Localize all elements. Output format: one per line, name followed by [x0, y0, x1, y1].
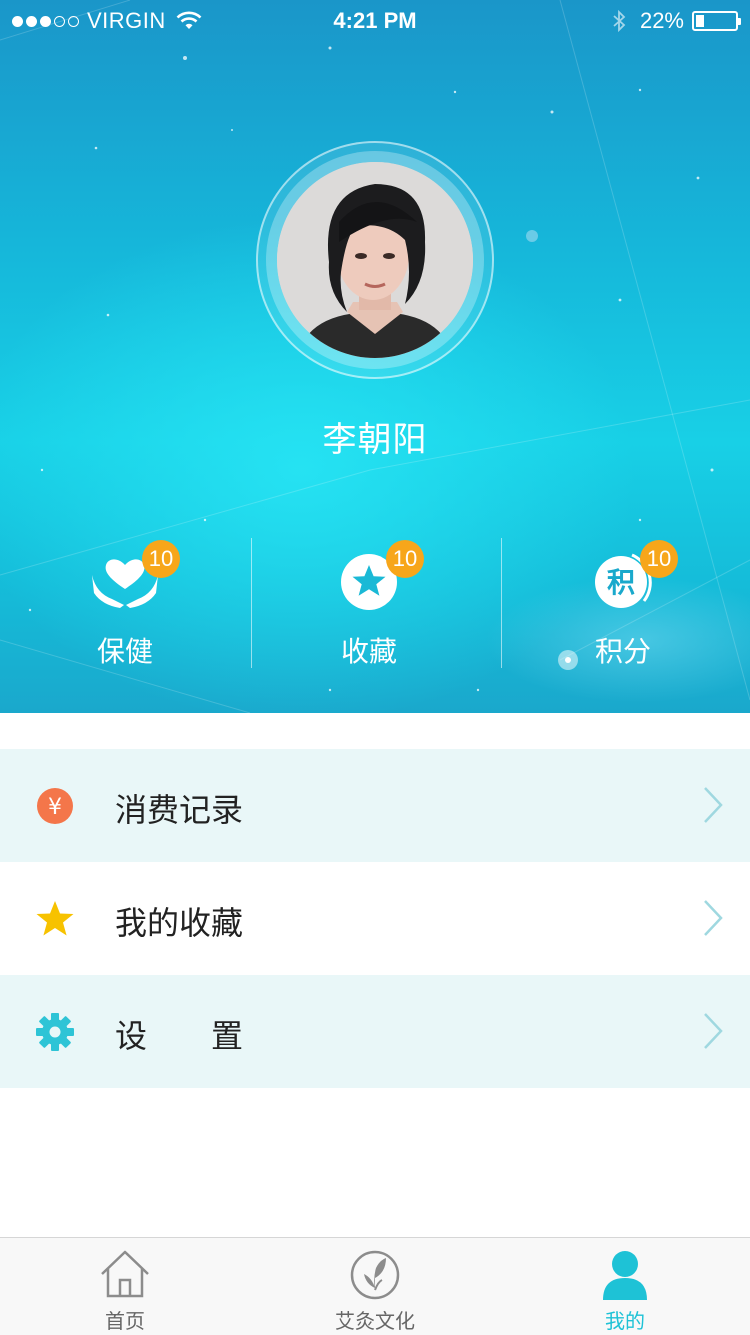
chevron-right-icon: [704, 900, 723, 936]
menu-item-label: 我的收藏: [115, 904, 244, 942]
user-name: 李朝阳: [322, 420, 428, 460]
stat-favorites[interactable]: 10 收藏: [244, 530, 494, 670]
stat-badge: 10: [386, 540, 424, 578]
stat-points[interactable]: 积 10 积分: [498, 530, 748, 670]
stat-label: 保健: [96, 635, 153, 668]
chevron-right-icon: [704, 787, 723, 823]
tab-label: 我的: [605, 1309, 645, 1333]
menu-item-label: 消费记录: [115, 791, 244, 829]
gear-icon: [36, 1013, 74, 1051]
tab-label: 首页: [105, 1309, 145, 1333]
avatar[interactable]: [277, 162, 473, 358]
bluetooth-icon: [613, 9, 626, 33]
tab-home[interactable]: 首页: [0, 1238, 250, 1335]
tab-mine[interactable]: 我的: [500, 1238, 750, 1335]
status-bar: VIRGIN 4:21 PM 22%: [0, 0, 750, 40]
menu-item-settings[interactable]: 设 置: [0, 975, 750, 1088]
home-icon: [101, 1250, 149, 1298]
menu-item-label: 设 置: [115, 1017, 244, 1055]
battery-icon: [692, 11, 741, 31]
star-icon: [36, 901, 74, 936]
yuan-symbol: ¥: [48, 795, 62, 820]
tab-moxibustion-culture[interactable]: 艾灸文化: [250, 1238, 500, 1335]
tab-label: 艾灸文化: [335, 1309, 415, 1333]
stat-label: 收藏: [340, 635, 397, 668]
menu-item-my-favorites[interactable]: 我的收藏: [0, 862, 750, 975]
stat-label: 积分: [594, 635, 651, 668]
menu-list: ¥ 消费记录 我的收藏 设 置: [0, 749, 750, 1088]
stat-badge: 10: [640, 540, 678, 578]
tab-bar: 首页 艾灸文化 我的: [0, 1237, 750, 1335]
menu-item-consumption-records[interactable]: ¥ 消费记录: [0, 749, 750, 862]
profile-header: VIRGIN 4:21 PM 22% 李朝阳 10 保健 10 收藏 积 10 …: [0, 0, 750, 713]
person-icon: [603, 1251, 647, 1300]
points-icon-text: 积: [607, 566, 635, 599]
stats-row: 10 保健 10 收藏 积 10 积分: [0, 530, 750, 670]
yuan-icon: ¥: [37, 788, 73, 824]
leaf-icon: [350, 1250, 400, 1300]
chevron-right-icon: [704, 1013, 723, 1049]
battery-percent: 22%: [639, 8, 684, 33]
stat-badge: 10: [142, 540, 180, 578]
stat-health[interactable]: 10 保健: [0, 530, 250, 670]
